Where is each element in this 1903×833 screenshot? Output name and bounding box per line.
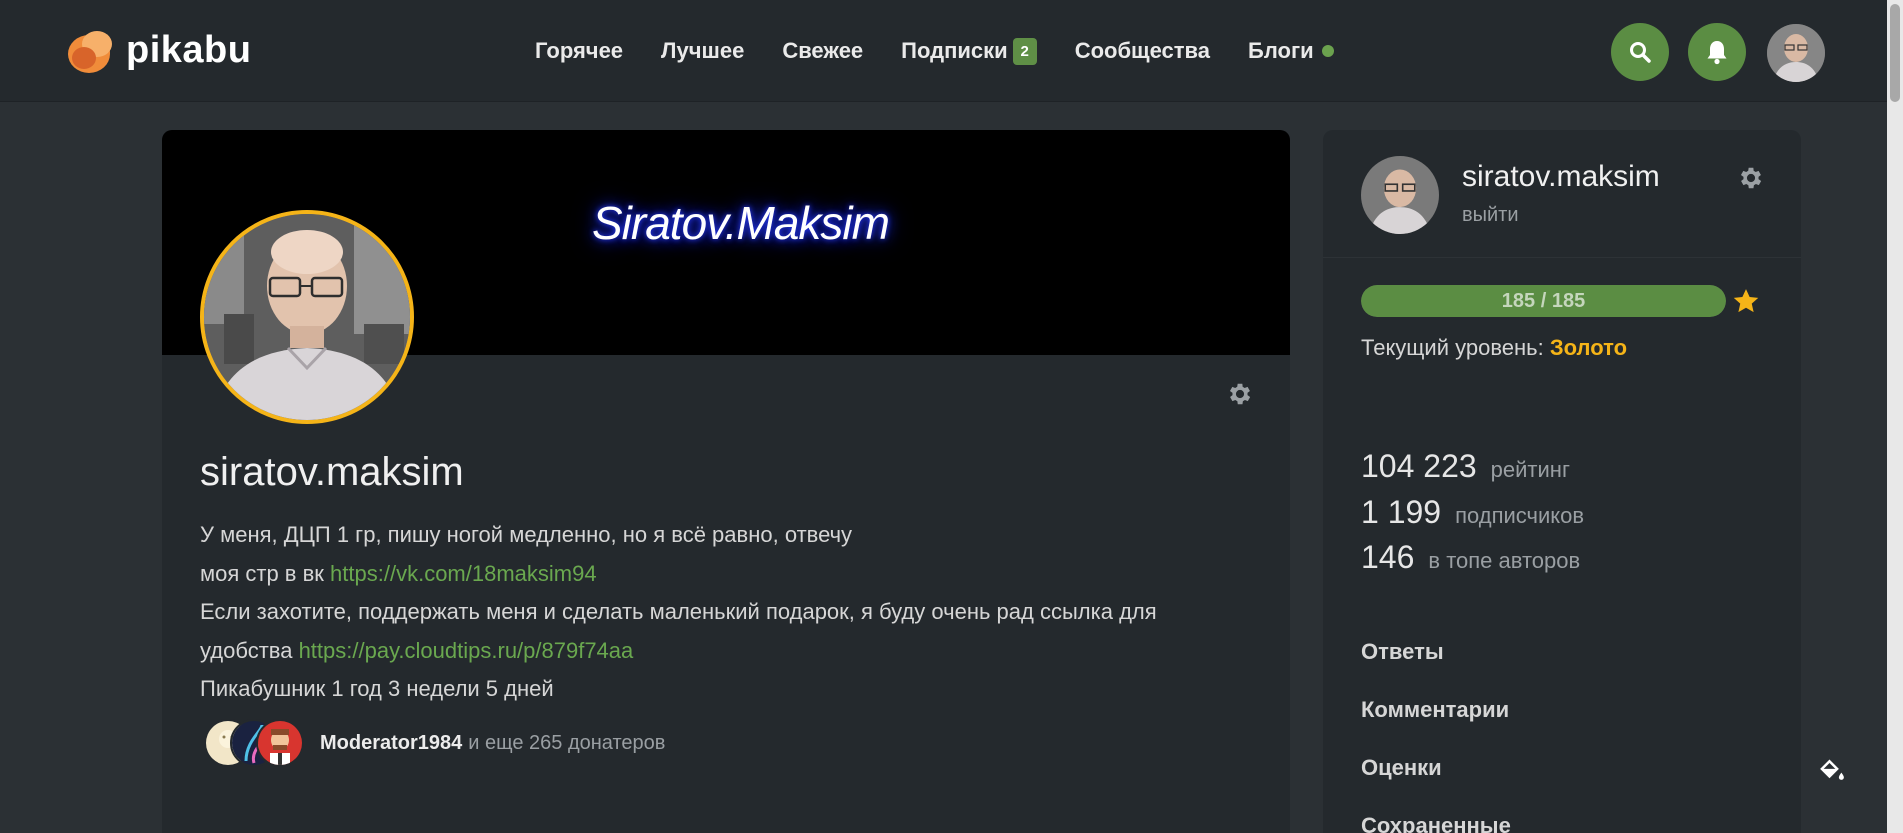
search-icon [1630,42,1651,63]
subscriptions-badge: 2 [1012,37,1037,65]
stat-subscribers-value: 1 199 [1361,494,1442,530]
member-since: Пикабушник 1 год 3 недели 5 дней [200,676,554,701]
donor-avatar [256,719,304,767]
stat-subscribers-label: подписчиков [1455,503,1585,528]
search-button[interactable] [1611,23,1669,81]
user-avatar-image [1767,24,1825,82]
stat-top-label: в топе авторов [1428,548,1581,573]
bio-line-2: моя стр в вк https://vk.com/18maksim94 [200,555,1220,594]
nav-communities-label: Сообщества [1074,38,1211,63]
stat-top-value: 146 [1361,539,1415,575]
bio-line-3: Если захотите, поддержать меня и сделать… [200,593,1220,670]
nav-best[interactable]: Лучшее [661,38,744,64]
nav-fresh[interactable]: Свежее [782,38,863,64]
stat-top-authors: 146 в топе авторов [1361,539,1580,576]
user-sidebar: siratov.maksim выйти 185 / 185 Текущий у… [1323,130,1801,833]
profile-username: siratov.maksim [200,450,464,494]
sidebar-link-ratings[interactable]: Оценки [1361,755,1442,781]
level-value: Золото [1549,335,1628,360]
profile-avatar[interactable] [200,210,414,424]
sidebar-link-comments[interactable]: Комментарии [1361,697,1509,723]
notifications-button[interactable] [1688,23,1746,81]
donor-name[interactable]: Moderator1984 [320,732,462,755]
page-scrollbar[interactable] [1887,0,1903,833]
profile-settings-gear-icon[interactable] [1226,380,1254,408]
nav-blogs[interactable]: Блоги [1248,38,1334,64]
logo-text: pikabu [126,29,252,71]
bell-icon [1707,41,1727,65]
sidebar-user-block: siratov.maksim выйти [1323,130,1801,258]
pikabu-logo[interactable]: pikabu [66,26,251,74]
donors-row[interactable]: Moderator1984 и еще 265 донатеров [204,718,665,768]
user-avatar[interactable] [1767,24,1825,82]
level-prefix: Текущий уровень: [1361,335,1550,360]
stat-subscribers[interactable]: 1 199 подписчиков [1361,494,1584,531]
sidebar-avatar-image [1361,156,1439,234]
nav-communities[interactable]: Сообщества [1075,38,1210,64]
level-progress-bar: 185 / 185 [1361,285,1726,317]
stat-rating: 104 223 рейтинг [1361,448,1570,485]
bio-line-1: У меня, ДЦП 1 гр, пишу ногой медленно, н… [200,522,853,547]
sidebar-avatar[interactable] [1361,156,1439,234]
bio-vk-prefix: моя стр в вк [200,560,331,586]
nav-subscriptions[interactable]: Подписки 2 [901,37,1037,65]
theme-paint-icon[interactable] [1817,757,1847,787]
top-header: pikabu Горячее Лучшее Свежее Подписки 2 … [0,0,1887,102]
level-progress-label: 185 / 185 [1501,290,1586,312]
sidebar-username[interactable]: siratov.maksim [1462,160,1660,194]
stat-rating-value: 104 223 [1361,448,1477,484]
nav-blogs-label: Блоги [1248,38,1314,63]
nav-best-label: Лучшее [661,38,745,63]
stat-rating-label: рейтинг [1490,457,1570,482]
sidebar-link-answers[interactable]: Ответы [1361,639,1444,665]
nav-subscriptions-label: Подписки [901,38,1008,63]
nav-hot[interactable]: Горячее [535,38,623,64]
donate-link[interactable]: https://pay.cloudtips.ru/p/879f74aa [299,638,634,663]
profile-avatar-image [204,214,410,420]
star-icon [1731,286,1761,316]
logout-link[interactable]: выйти [1462,204,1519,227]
nav-fresh-label: Свежее [782,38,864,63]
banner-text: Siratov.Maksim [592,197,890,249]
pikabu-logo-icon [66,27,114,73]
nav-hot-label: Горячее [535,38,624,63]
donor-more: и еще 265 донатеров [468,731,666,754]
vk-link[interactable]: https://vk.com/18maksim94 [330,561,597,586]
sidebar-settings-gear-icon[interactable] [1737,164,1765,192]
profile-bio: У меня, ДЦП 1 гр, пишу ногой медленно, н… [200,516,1220,670]
main-nav: Горячее Лучшее Свежее Подписки 2 Сообщес… [535,30,1372,72]
blogs-status-dot [1321,45,1334,57]
sidebar-link-saved[interactable]: Сохраненные [1361,813,1511,833]
profile-card: Siratov.Maksim siratov.maksim У меня, ДЦ… [162,130,1290,833]
current-level: Текущий уровень: Золото [1361,335,1627,361]
scrollbar-thumb[interactable] [1890,4,1900,102]
